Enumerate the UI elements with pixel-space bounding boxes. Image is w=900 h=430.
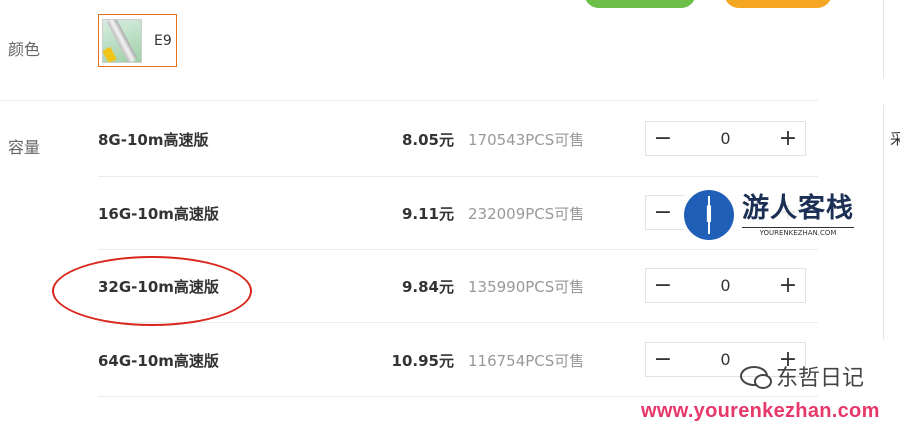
capacity-label: 容量 bbox=[8, 138, 41, 157]
capacity-row-name: 16G-10m高速版 bbox=[98, 205, 219, 223]
logo-letter: I bbox=[704, 202, 714, 228]
youren-logo-icon: I bbox=[684, 190, 734, 240]
capacity-row-price: 8.05元 bbox=[401, 131, 454, 149]
increment-button[interactable]: + bbox=[771, 122, 805, 155]
capacity-row-stock: 232009PCS可售 bbox=[468, 205, 585, 223]
row-divider bbox=[98, 396, 818, 397]
color-option-e9[interactable]: E9 bbox=[98, 14, 177, 67]
capacity-row-price: 10.95元 bbox=[391, 352, 454, 370]
capacity-row-price: 9.11元 bbox=[401, 205, 454, 223]
annotation-circle bbox=[52, 256, 252, 326]
usb-flash-drive-image bbox=[102, 18, 142, 63]
decrement-button[interactable]: − bbox=[646, 196, 680, 229]
row-divider bbox=[98, 176, 818, 177]
edge-text: 采 bbox=[890, 130, 900, 148]
increment-button[interactable]: + bbox=[771, 269, 805, 302]
capacity-row-name: 64G-10m高速版 bbox=[98, 352, 219, 370]
decrement-button[interactable]: − bbox=[646, 122, 680, 155]
watermark: I 游人客栈 YOURENKEZHAN.COM bbox=[684, 188, 872, 242]
wechat-watermark: 东哲日记 bbox=[740, 360, 864, 392]
decrement-button[interactable]: − bbox=[646, 269, 680, 302]
capacity-row-stock: 170543PCS可售 bbox=[468, 131, 585, 149]
wechat-account-name: 东哲日记 bbox=[776, 366, 865, 391]
capacity-row-stock: 135990PCS可售 bbox=[468, 278, 585, 296]
quantity-input[interactable]: 0 bbox=[680, 129, 771, 148]
panel-divider bbox=[883, 0, 884, 78]
watermark-title: 游人客栈 bbox=[742, 192, 854, 224]
watermark-subtitle: YOURENKEZHAN.COM bbox=[742, 226, 854, 237]
capacity-row-name: 8G-10m高速版 bbox=[98, 131, 209, 149]
quantity-stepper: − 0 + bbox=[645, 268, 806, 303]
panel-divider bbox=[883, 105, 884, 340]
color-label: 颜色 bbox=[8, 40, 41, 59]
decrement-button[interactable]: − bbox=[646, 343, 680, 376]
top-green-button[interactable] bbox=[584, 0, 696, 8]
capacity-row-stock: 116754PCS可售 bbox=[468, 352, 585, 370]
top-orange-button[interactable] bbox=[724, 0, 832, 8]
row-divider bbox=[98, 322, 818, 323]
quantity-input[interactable]: 0 bbox=[680, 276, 771, 295]
section-divider bbox=[0, 100, 818, 101]
quantity-stepper: − 0 + bbox=[645, 121, 806, 156]
site-url-watermark: www.yourenkezhan.com bbox=[641, 400, 880, 422]
wechat-icon bbox=[740, 366, 772, 389]
capacity-row-price: 9.84元 bbox=[401, 278, 454, 296]
row-divider bbox=[98, 249, 818, 250]
color-option-label: E9 bbox=[154, 32, 172, 49]
